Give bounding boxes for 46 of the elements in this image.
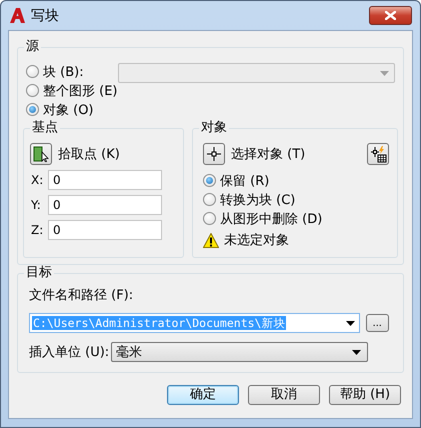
group-label: 目标 bbox=[24, 265, 54, 281]
radio-label[interactable]: 整个图形 (E) bbox=[43, 82, 118, 100]
radio-label[interactable]: 保留 (R) bbox=[220, 172, 270, 190]
path-label: 文件名和路径 (F): bbox=[29, 287, 134, 304]
radio-label[interactable]: 块 (B): bbox=[43, 62, 84, 80]
coordinate-label: Z: bbox=[31, 223, 44, 237]
coordinate-field[interactable]: 0 bbox=[48, 220, 162, 240]
radio-button[interactable] bbox=[203, 193, 216, 206]
dropdown-arrow-icon[interactable] bbox=[352, 350, 361, 354]
dialog-button[interactable]: 确定 bbox=[167, 385, 239, 405]
coordinate-label: Y: bbox=[31, 198, 42, 212]
quick-select-icon bbox=[370, 146, 386, 162]
radio-label[interactable]: 从图形中删除 (D) bbox=[220, 210, 322, 228]
group-label: 源 bbox=[24, 39, 41, 55]
radio-button[interactable] bbox=[26, 84, 39, 97]
group-label: 对象 bbox=[199, 120, 229, 136]
app-logo-icon bbox=[9, 7, 26, 24]
crosshair-icon bbox=[207, 147, 221, 161]
coordinate-field[interactable]: 0 bbox=[48, 170, 162, 190]
warning-icon bbox=[203, 232, 219, 248]
close-button[interactable] bbox=[369, 6, 412, 25]
dropdown-arrow-icon[interactable] bbox=[346, 320, 354, 326]
radio-button[interactable] bbox=[203, 174, 216, 187]
radio-button[interactable] bbox=[203, 212, 216, 225]
group-label: 基点 bbox=[30, 120, 60, 136]
units-dropdown[interactable]: 毫米 bbox=[111, 342, 368, 362]
radio-button[interactable] bbox=[26, 103, 39, 116]
pick-point-button[interactable] bbox=[30, 143, 52, 165]
close-icon bbox=[385, 11, 396, 20]
radio-label[interactable]: 对象 (O) bbox=[43, 100, 94, 118]
select-objects-label[interactable]: 选择对象 (T) bbox=[231, 145, 361, 163]
units-value: 毫米 bbox=[116, 344, 143, 361]
radio-button[interactable] bbox=[26, 65, 39, 78]
dialog-button[interactable]: 帮助 (H) bbox=[329, 385, 401, 405]
radio-label[interactable]: 转换为块 (C) bbox=[220, 190, 296, 208]
units-label: 插入单位 (U): bbox=[29, 344, 110, 361]
select-objects-button[interactable] bbox=[203, 143, 225, 165]
coordinate-field[interactable]: 0 bbox=[48, 195, 162, 215]
browse-button[interactable]: ... bbox=[366, 314, 389, 332]
pick-point-label[interactable]: 拾取点 (K) bbox=[58, 145, 120, 163]
dialog-button[interactable]: 取消 bbox=[248, 385, 320, 405]
pick-point-icon bbox=[33, 146, 49, 162]
window-title: 写块 bbox=[31, 6, 60, 24]
quick-select-button[interactable] bbox=[367, 143, 389, 165]
coordinate-label: X: bbox=[31, 173, 44, 187]
warning-message: 未选定对象 bbox=[224, 232, 289, 249]
